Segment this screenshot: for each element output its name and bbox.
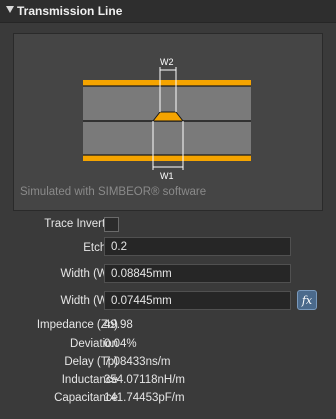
inductance-value: 354.07118nH/m xyxy=(104,374,185,386)
etch-input[interactable]: 0.2 xyxy=(104,237,291,256)
top-copper-plane xyxy=(83,80,251,86)
impedance-value: 49.98 xyxy=(104,319,133,331)
deviation-value: 0.04% xyxy=(104,338,137,350)
panel-title: Transmission Line xyxy=(17,4,123,18)
simulation-caption: Simulated with SIMBEOR® software xyxy=(20,186,207,198)
bottom-copper-plane xyxy=(83,155,251,161)
capacitance-value: 141.74453pF/m xyxy=(104,392,185,404)
width-w2-input[interactable]: 0.07445mm xyxy=(104,291,291,310)
w1-label: W1 xyxy=(160,171,174,181)
stackup-diagram: W2 W1 Simulated with SIMBEOR® software xyxy=(13,33,323,211)
w2-label: W2 xyxy=(160,57,174,67)
panel-header[interactable]: Transmission Line xyxy=(0,0,336,23)
trace-inverted-checkbox[interactable] xyxy=(104,217,119,232)
stackup-svg: W2 W1 xyxy=(83,57,251,181)
width-w1-input[interactable]: 0.08845mm xyxy=(104,264,291,283)
etch-label-text: Etch xyxy=(83,241,107,254)
fx-button[interactable]: fx xyxy=(297,290,317,310)
delay-value: 7.08433ns/m xyxy=(104,356,171,368)
collapse-arrow-icon[interactable] xyxy=(6,6,14,13)
